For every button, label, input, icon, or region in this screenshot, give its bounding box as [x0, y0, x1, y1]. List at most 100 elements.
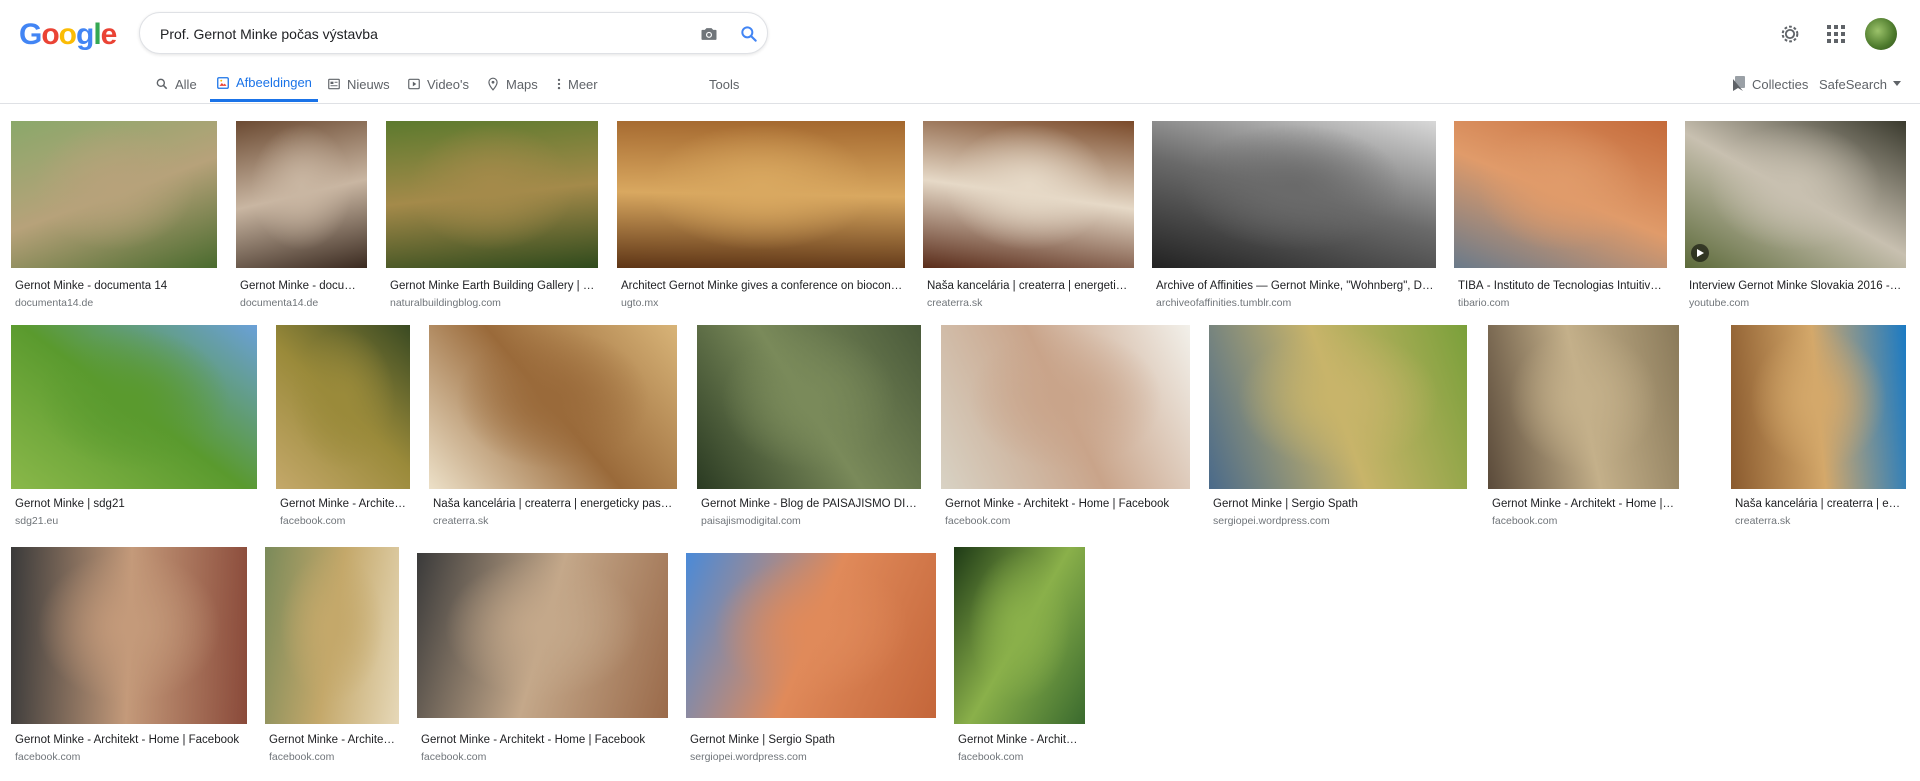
result-title[interactable]: Gernot Minke | sdg21: [15, 498, 255, 510]
search-icon: [156, 78, 168, 90]
google-logo[interactable]: Google: [19, 18, 117, 52]
result-thumbnail[interactable]: [686, 553, 936, 718]
logo-letter: o: [41, 18, 59, 51]
tab-label: Tools: [709, 76, 740, 92]
avatar[interactable]: [1865, 18, 1897, 50]
image-results-grid: Gernot Minke - documenta 14 documenta14.d…: [0, 104, 1920, 781]
result-domain: paisajismodigital.com: [701, 515, 801, 527]
result-thumbnail[interactable]: [697, 325, 921, 489]
image-result-card[interactable]: Gernot Minke | sdg21 sdg21.eu: [11, 325, 257, 534]
image-result-card[interactable]: Gernot Minke | Sergio Spath sergiopei.wor…: [686, 553, 936, 770]
tab-label: Afbeeldingen: [236, 75, 312, 90]
logo-letter: o: [58, 18, 77, 51]
image-result-card[interactable]: Archive of Affinities — Gernot Minke, "W…: [1152, 121, 1436, 316]
result-domain: facebook.com: [280, 515, 346, 527]
tab-tools[interactable]: Tools: [709, 66, 739, 102]
tab-videos[interactable]: Video's: [407, 66, 469, 102]
tab-label: Nieuws: [347, 76, 390, 92]
result-title[interactable]: Gernot Minke Earth Building Gallery | Na…: [390, 280, 596, 292]
image-result-card[interactable]: Gernot Minke Earth Building Gallery | Na…: [386, 121, 598, 316]
result-domain: archiveofaffinities.tumblr.com: [1156, 297, 1292, 309]
result-domain: documenta14.de: [240, 297, 319, 309]
result-title[interactable]: Gernot Minke - Architekt - Home | Facebo…: [945, 498, 1188, 510]
image-result-card[interactable]: Gernot Minke - documenta 14 documenta14.d…: [11, 121, 217, 316]
image-result-card[interactable]: Naša kancelária | createrra | energetick…: [429, 325, 677, 534]
result-thumbnail[interactable]: [386, 121, 598, 268]
image-result-card[interactable]: Gernot Minke - Architekt - Home | Facebo…: [941, 325, 1190, 534]
result-thumbnail[interactable]: [617, 121, 905, 268]
result-thumbnail[interactable]: [1488, 325, 1679, 489]
result-thumbnail[interactable]: [276, 325, 410, 489]
result-title[interactable]: TIBÁ - Instituto de Tecnologias Intuitiv…: [1458, 280, 1665, 292]
search-box: [139, 12, 768, 54]
image-result-card[interactable]: Gernot Minke - Architekt - Home | Facebo…: [1488, 325, 1679, 534]
search-input[interactable]: [158, 22, 682, 46]
tab-news[interactable]: Nieuws: [327, 66, 390, 102]
result-title[interactable]: Naša kancelária | createrra | energetick…: [1735, 498, 1904, 510]
image-result-card[interactable]: Gernot Minke - Architekt - Home | Facebo…: [417, 553, 668, 770]
result-title[interactable]: Archive of Affinities — Gernot Minke, "W…: [1156, 280, 1434, 292]
image-result-card[interactable]: Architect Gernot Minke gives a conferenc…: [617, 121, 905, 316]
tab-all[interactable]: Alle: [155, 66, 197, 102]
result-thumbnail[interactable]: [941, 325, 1190, 489]
result-thumbnail[interactable]: [11, 325, 257, 489]
safesearch-button[interactable]: SafeSearch: [1819, 66, 1901, 102]
image-result-card[interactable]: Interview Gernot Minke Slovakia 2016 - Y…: [1685, 121, 1906, 316]
image-result-card[interactable]: Naša kancelária | createrra | energetick…: [923, 121, 1134, 316]
result-title[interactable]: Gernot Minke | Sergio Spath: [690, 734, 934, 746]
result-domain: createrra.sk: [1735, 515, 1791, 527]
image-result-card[interactable]: Gernot Minke | Sergio Spath sergiopei.wor…: [1209, 325, 1467, 534]
result-title[interactable]: Gernot Minke - Architekt - Home | Facebo…: [269, 734, 397, 746]
result-title[interactable]: Gernot Minke - Architekt - Home | Facebo…: [280, 498, 408, 510]
result-thumbnail[interactable]: [1731, 325, 1906, 489]
result-title[interactable]: Gernot Minke - Blog de PAISAJISMO DIGITA…: [701, 498, 919, 510]
tab-images[interactable]: Afbeeldingen: [210, 66, 318, 102]
result-thumbnail[interactable]: [1454, 121, 1667, 268]
gear-icon[interactable]: [1777, 21, 1803, 47]
apps-grid-icon[interactable]: [1823, 21, 1849, 47]
collections-button[interactable]: Collecties: [1732, 66, 1808, 102]
result-thumbnail[interactable]: [1152, 121, 1436, 268]
result-title[interactable]: Gernot Minke - Architekt - Home | Facebo…: [15, 734, 245, 746]
result-title[interactable]: Naša kancelária | createrra | energetick…: [433, 498, 675, 510]
result-thumbnail[interactable]: [11, 121, 217, 268]
result-title[interactable]: Gernot Minke - Architekt - Home | Facebo…: [958, 734, 1083, 746]
result-domain: facebook.com: [945, 515, 1011, 527]
result-thumbnail[interactable]: [11, 547, 247, 724]
result-thumbnail[interactable]: [429, 325, 677, 489]
newspaper-icon: [328, 78, 340, 90]
result-thumbnail[interactable]: [236, 121, 367, 268]
camera-icon[interactable]: [697, 22, 721, 46]
result-title[interactable]: Architect Gernot Minke gives a conferenc…: [621, 280, 903, 292]
tab-maps[interactable]: Maps: [486, 66, 538, 102]
result-thumbnail[interactable]: [265, 547, 399, 724]
image-result-card[interactable]: TIBÁ - Instituto de Tecnologias Intuitiv…: [1454, 121, 1667, 316]
result-thumbnail[interactable]: [954, 547, 1085, 724]
image-result-card[interactable]: Gernot Minke - Architekt - Home | Facebo…: [276, 325, 410, 534]
result-thumbnail[interactable]: [923, 121, 1134, 268]
image-result-card[interactable]: Gernot Minke - documenta 14 documenta14.d…: [236, 121, 367, 316]
result-domain: facebook.com: [1492, 515, 1558, 527]
result-title[interactable]: Naša kancelária | createrra | energetick…: [927, 280, 1132, 292]
image-result-card[interactable]: Gernot Minke - Architekt - Home | Facebo…: [265, 547, 399, 770]
image-result-card[interactable]: Gernot Minke - Architekt - Home | Facebo…: [11, 547, 247, 770]
search-icon[interactable]: [737, 22, 761, 46]
result-title[interactable]: Interview Gernot Minke Slovakia 2016 - Y…: [1689, 280, 1904, 292]
result-title[interactable]: Gernot Minke - Architekt - Home | Facebo…: [1492, 498, 1677, 510]
result-title[interactable]: Gernot Minke - documenta 14: [15, 280, 215, 292]
tab-label: Meer: [568, 76, 598, 92]
result-title[interactable]: Gernot Minke | Sergio Spath: [1213, 498, 1465, 510]
tab-more[interactable]: Meer: [556, 66, 598, 102]
result-thumbnail[interactable]: [1685, 121, 1906, 268]
result-domain: sdg21.eu: [15, 515, 59, 527]
result-title[interactable]: Gernot Minke - documenta 14: [240, 280, 365, 292]
image-result-card[interactable]: Naša kancelária | createrra | energetick…: [1731, 325, 1906, 534]
image-result-card[interactable]: Gernot Minke - Blog de PAISAJISMO DIGITA…: [697, 325, 921, 534]
image-result-card[interactable]: Gernot Minke - Architekt - Home | Facebo…: [954, 547, 1085, 770]
result-thumbnail[interactable]: [1209, 325, 1467, 489]
result-thumbnail[interactable]: [417, 553, 668, 718]
result-domain: createrra.sk: [927, 297, 983, 309]
bookmark-collection-icon: [1733, 76, 1745, 91]
result-title[interactable]: Gernot Minke - Architekt - Home | Facebo…: [421, 734, 666, 746]
tab-label: Video's: [427, 76, 469, 92]
